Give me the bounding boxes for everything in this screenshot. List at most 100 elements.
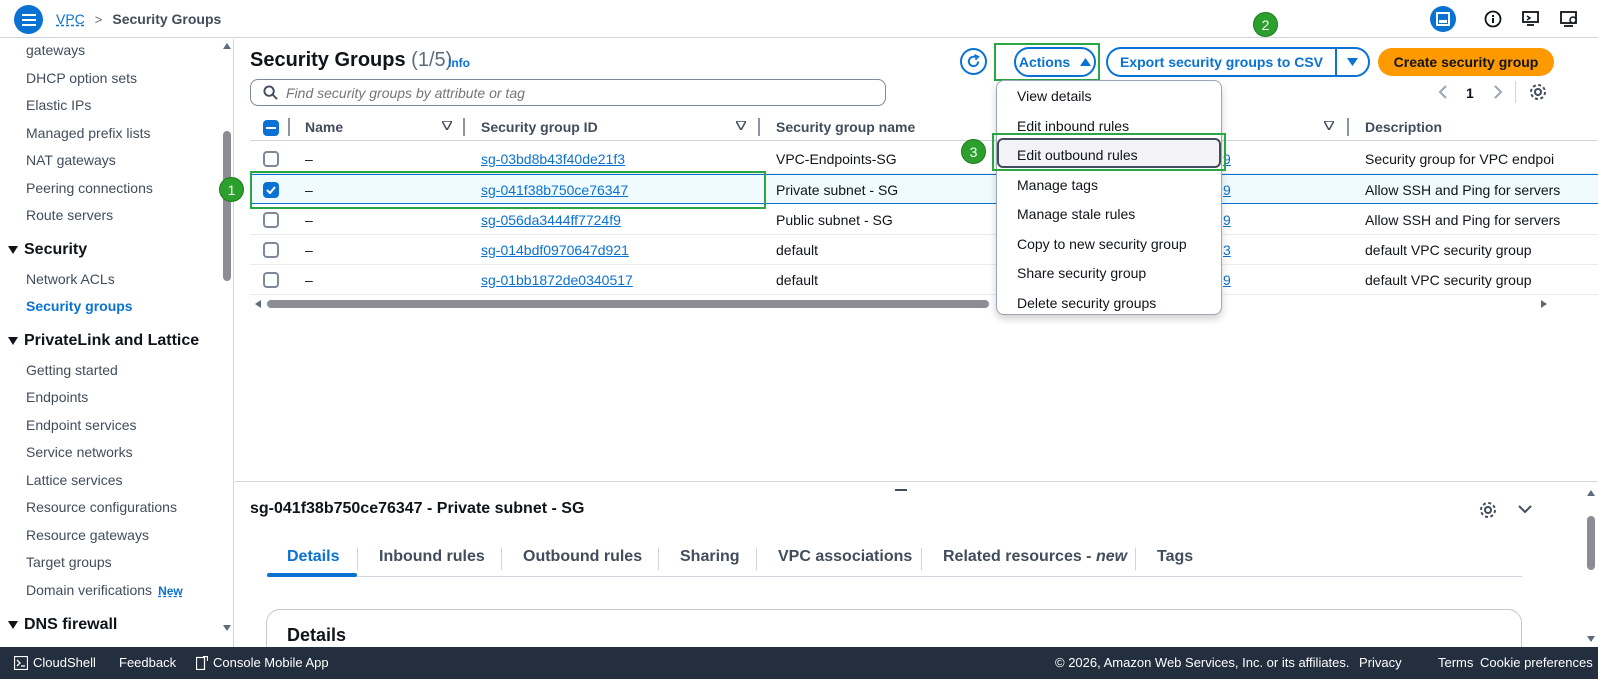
split-panel-toggle[interactable]	[1430, 6, 1456, 32]
tab-vpc-associations[interactable]: VPC associations	[778, 548, 912, 566]
cell-sg-id-link[interactable]: sg-056da3444ff7724f9	[481, 212, 621, 228]
sort-icon[interactable]	[442, 121, 452, 130]
select-all-checkbox[interactable]	[263, 120, 279, 136]
sort-icon[interactable]	[1324, 121, 1334, 130]
sidebar-item-target-groups[interactable]: Target groups	[26, 554, 112, 570]
menu-item-manage-stale[interactable]: Manage stale rules	[1017, 206, 1135, 222]
menu-item-manage-tags[interactable]: Manage tags	[1017, 177, 1098, 193]
chevron-left-icon[interactable]	[1438, 85, 1448, 99]
sidebar-item-peering[interactable]: Peering connections	[26, 180, 153, 196]
chevron-right-icon[interactable]	[1493, 85, 1503, 99]
sidebar-item-resource-gateways[interactable]: Resource gateways	[26, 527, 149, 543]
column-header-description[interactable]: Description	[1365, 119, 1442, 135]
info-button[interactable]	[1480, 6, 1506, 32]
feedback-button[interactable]	[1518, 6, 1544, 32]
split-panel-scrollbar[interactable]	[1586, 490, 1596, 648]
gear-icon[interactable]	[1529, 83, 1547, 101]
scrollbar-thumb[interactable]	[1587, 516, 1595, 570]
sidebar-item-prefix-lists[interactable]: Managed prefix lists	[26, 125, 151, 141]
tab-outbound-rules[interactable]: Outbound rules	[523, 548, 642, 566]
export-csv-button[interactable]: Export security groups to CSV	[1106, 47, 1336, 77]
resize-handle[interactable]	[895, 489, 907, 491]
menu-item-delete[interactable]: Delete security groups	[1017, 295, 1156, 311]
sidebar-item-security-groups[interactable]: Security groups	[26, 298, 133, 314]
row-checkbox[interactable]	[263, 182, 279, 198]
gear-icon[interactable]	[1479, 501, 1497, 519]
cell-vpc-link[interactable]: 9	[1223, 182, 1231, 198]
cell-vpc-link[interactable]: 9	[1223, 272, 1231, 288]
terms-link[interactable]: Terms	[1438, 655, 1473, 670]
cell-sg-id-link[interactable]: sg-01bb1872de0340517	[481, 272, 633, 288]
actions-button[interactable]: Actions	[1014, 47, 1096, 77]
cell-vpc-link[interactable]: 9	[1223, 212, 1231, 228]
sidebar-item-resource-configurations[interactable]: Resource configurations	[26, 499, 177, 515]
cloudshell-button[interactable]: CloudShell	[14, 655, 96, 670]
settings-panel-button[interactable]	[1556, 6, 1582, 32]
row-checkbox[interactable]	[263, 151, 279, 167]
breadcrumb: VPC > Security Groups	[56, 11, 221, 27]
create-security-group-button[interactable]: Create security group	[1378, 48, 1554, 76]
row-checkbox[interactable]	[263, 272, 279, 288]
scrollbar-thumb[interactable]	[267, 300, 989, 308]
sidebar-section-dns-firewall[interactable]: DNS firewall	[8, 616, 117, 634]
tab-inbound-rules[interactable]: Inbound rules	[379, 548, 485, 566]
sidebar-item-lattice-services[interactable]: Lattice services	[26, 472, 122, 488]
sidebar-section-security[interactable]: Security	[8, 241, 87, 259]
cell-name: –	[305, 242, 313, 258]
sidebar-item-dhcp[interactable]: DHCP option sets	[26, 70, 137, 86]
menu-item-share[interactable]: Share security group	[1017, 265, 1146, 281]
sort-icon[interactable]	[736, 121, 746, 130]
console-mobile-app-link[interactable]: Console Mobile App	[196, 655, 329, 670]
chevron-down-icon[interactable]	[1518, 505, 1532, 514]
sidebar-item-network-acls[interactable]: Network ACLs	[26, 271, 115, 287]
table-horizontal-scrollbar[interactable]	[255, 297, 1555, 311]
table-row-selected[interactable]: – sg-041f38b750ce76347 Private subnet - …	[250, 174, 1598, 204]
feedback-link[interactable]: Feedback	[119, 655, 176, 670]
search-input[interactable]	[286, 84, 866, 101]
cell-sg-id-link[interactable]: sg-041f38b750ce76347	[481, 182, 628, 198]
sidebar-item-getting-started[interactable]: Getting started	[26, 362, 118, 378]
sidebar-item-endpoint-services[interactable]: Endpoint services	[26, 417, 137, 433]
column-header-id[interactable]: Security group ID	[481, 119, 598, 135]
sidebar-item-endpoints[interactable]: Endpoints	[26, 389, 88, 405]
breadcrumb-vpc-link[interactable]: VPC	[56, 11, 85, 27]
scrollbar-thumb[interactable]	[223, 131, 231, 281]
row-checkbox[interactable]	[263, 212, 279, 228]
info-link[interactable]: Info	[448, 56, 470, 70]
tab-details[interactable]: Details	[287, 548, 339, 566]
table-row[interactable]: – sg-03bd8b43f40de21f3 VPC-Endpoints-SG …	[250, 144, 1598, 174]
cell-group-name: Private subnet - SG	[776, 182, 899, 198]
sidebar-item-service-networks[interactable]: Service networks	[26, 444, 133, 460]
tab-sharing[interactable]: Sharing	[680, 548, 740, 566]
table-row[interactable]: – sg-01bb1872de0340517 default 9 default…	[250, 265, 1598, 295]
row-checkbox[interactable]	[263, 242, 279, 258]
table-row[interactable]: – sg-056da3444ff7724f9 Public subnet - S…	[250, 205, 1598, 235]
page-number[interactable]: 1	[1466, 85, 1474, 101]
sidebar-item-gateways[interactable]: gateways	[26, 42, 85, 58]
menu-item-edit-inbound[interactable]: Edit inbound rules	[1017, 118, 1129, 134]
sidebar-section-privatelink[interactable]: PrivateLink and Lattice	[8, 332, 199, 350]
sidebar-item-route-servers[interactable]: Route servers	[26, 207, 113, 223]
refresh-button[interactable]	[960, 48, 987, 75]
tab-related-resources[interactable]: Related resources - new	[943, 548, 1127, 566]
sidebar-item-domain-verifications[interactable]: Domain verifications New	[26, 582, 183, 598]
privacy-link[interactable]: Privacy	[1359, 655, 1402, 670]
sidebar-item-elastic-ips[interactable]: Elastic IPs	[26, 97, 91, 113]
menu-item-view-details[interactable]: View details	[1017, 88, 1091, 104]
cell-sg-id-link[interactable]: sg-03bd8b43f40de21f3	[481, 151, 625, 167]
menu-item-edit-outbound[interactable]: Edit outbound rules	[1017, 147, 1138, 163]
menu-button[interactable]	[14, 5, 43, 34]
sidebar-item-nat-gateways[interactable]: NAT gateways	[26, 152, 116, 168]
cookie-preferences-link[interactable]: Cookie preferences	[1480, 655, 1593, 670]
column-header-name[interactable]: Name	[305, 119, 343, 135]
menu-item-copy[interactable]: Copy to new security group	[1017, 236, 1187, 252]
section-label: PrivateLink and Lattice	[24, 332, 200, 349]
tab-tags[interactable]: Tags	[1157, 548, 1193, 566]
column-header-group-name[interactable]: Security group name	[776, 119, 915, 135]
table-row[interactable]: – sg-014bdf0970647d921 default 3 default…	[250, 235, 1598, 265]
cell-vpc-link[interactable]: 9	[1223, 151, 1231, 167]
cell-vpc-link[interactable]: 3	[1223, 242, 1231, 258]
cell-sg-id-link[interactable]: sg-014bdf0970647d921	[481, 242, 629, 258]
sidebar-scrollbar[interactable]	[222, 39, 232, 647]
export-dropdown-button[interactable]	[1335, 47, 1370, 77]
